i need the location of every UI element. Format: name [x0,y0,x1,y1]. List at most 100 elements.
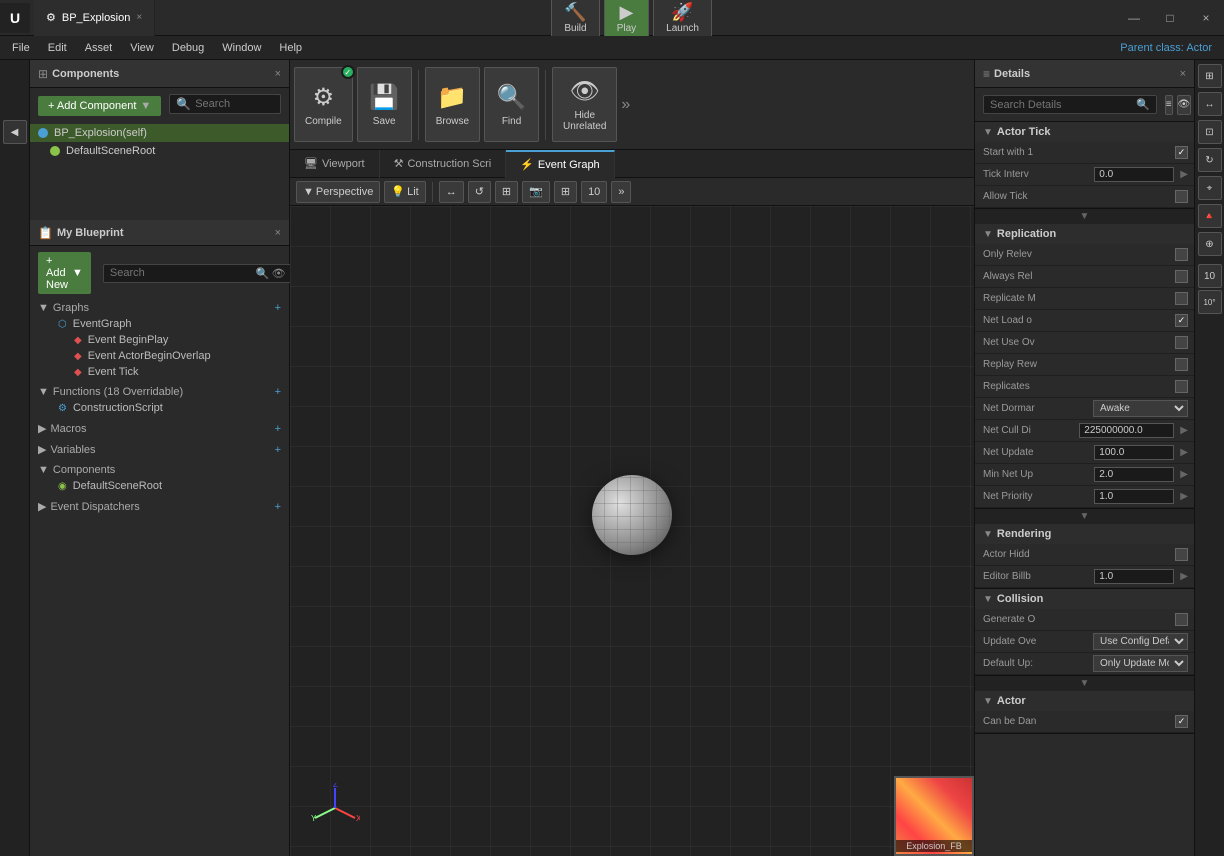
play-button[interactable]: ▶ Play [604,0,649,39]
section-expand-2[interactable]: ▼ [975,509,1194,524]
right-edge-btn-1[interactable]: ⊞ [1198,64,1222,88]
allow-tick-checkbox[interactable] [1175,190,1188,203]
net-priority-expand[interactable]: ▶ [1180,491,1188,502]
toolbar-more-btn[interactable]: » [621,96,630,114]
components-search-input[interactable] [195,98,274,110]
perspective-dropdown-btn[interactable]: ▼ Perspective [296,181,380,203]
menu-window[interactable]: Window [214,40,269,56]
always-relevant-checkbox[interactable] [1175,270,1188,283]
hide-unrelated-button[interactable]: 👁 Hide Unrelated [552,67,617,142]
compile-button[interactable]: ⚙ Compile ✓ [294,67,353,142]
tab-close-btn[interactable]: × [136,12,142,23]
bp-macros-header[interactable]: ▶ Macros + [38,420,281,437]
editor-billboard-expand[interactable]: ▶ [1180,571,1188,582]
find-button[interactable]: 🔍 Find [484,67,539,142]
editor-billboard-input[interactable] [1094,569,1174,584]
angle-edge-btn[interactable]: 10° [1198,290,1222,314]
bp-functions-header[interactable]: ▼ Functions (18 Overridable) + [38,384,281,400]
build-button[interactable]: 🔨 Build [551,0,599,39]
details-close-btn[interactable]: × [1180,68,1186,80]
bp-macros-add-btn[interactable]: + [275,423,281,435]
bp-item-actor-overlap[interactable]: ◆ Event ActorBeginOverlap [38,348,281,364]
replay-rewind-checkbox[interactable] [1175,358,1188,371]
sidebar-toggle-btn[interactable]: ◀ [3,120,27,144]
components-close-btn[interactable]: × [275,68,281,80]
net-update-expand[interactable]: ▶ [1180,447,1188,458]
actor-section-header[interactable]: ▼ Actor [975,691,1194,711]
menu-view[interactable]: View [122,40,162,56]
menu-file[interactable]: File [4,40,38,56]
minimize-button[interactable]: — [1116,0,1152,36]
bp-variables-add-btn[interactable]: + [275,444,281,456]
bp-graphs-header[interactable]: ▼ Graphs + [38,300,281,316]
bp-add-new-button[interactable]: + Add New ▼ [38,252,91,294]
lit-dropdown-btn[interactable]: 💡 Lit [384,181,425,203]
section-expand-1[interactable]: ▼ [975,209,1194,224]
menu-asset[interactable]: Asset [77,40,121,56]
net-use-owner-checkbox[interactable] [1175,336,1188,349]
net-priority-input[interactable] [1094,489,1174,504]
right-edge-btn-5[interactable]: ⌖ [1198,176,1222,200]
min-net-update-expand[interactable]: ▶ [1180,469,1188,480]
close-button[interactable]: × [1188,0,1224,36]
can-be-damaged-checkbox[interactable] [1175,715,1188,728]
bp-search-input[interactable] [110,267,252,279]
right-edge-btn-6[interactable]: 🔺 [1198,204,1222,228]
bp-item-construction-script[interactable]: ⚙ ConstructionScript [38,400,281,416]
bp-components-header[interactable]: ▼ Components [38,462,281,478]
min-net-update-input[interactable] [1094,467,1174,482]
net-dormancy-select[interactable]: Awake [1093,400,1188,417]
menu-debug[interactable]: Debug [164,40,212,56]
section-expand-3[interactable]: ▼ [975,676,1194,691]
grid-size-btn[interactable]: 10 [581,181,607,203]
net-load-on-checkbox[interactable] [1175,314,1188,327]
actor-hidden-checkbox[interactable] [1175,548,1188,561]
right-edge-btn-3[interactable]: ⊡ [1198,120,1222,144]
component-item-bp-explosion[interactable]: BP_Explosion(self) [30,124,289,142]
net-cull-input[interactable] [1079,423,1174,438]
more-options-btn[interactable]: » [611,181,631,203]
details-search-input[interactable] [990,99,1132,111]
menu-help[interactable]: Help [271,40,310,56]
component-item-default-scene-root[interactable]: DefaultSceneRoot [30,142,289,160]
bp-graphs-add-btn[interactable]: + [275,302,281,314]
actor-tick-header[interactable]: ▼ Actor Tick [975,122,1194,142]
translate-btn[interactable]: ↔ [439,181,464,203]
replicate-movement-checkbox[interactable] [1175,292,1188,305]
tick-interval-expand[interactable]: ▶ [1180,169,1188,180]
net-cull-expand[interactable]: ▶ [1180,425,1188,436]
bp-view-icon[interactable]: 👁 [272,267,286,280]
bp-item-begin-play[interactable]: ◆ Event BeginPlay [38,332,281,348]
right-edge-btn-4[interactable]: ↻ [1198,148,1222,172]
browse-button[interactable]: 📁 Browse [425,67,480,142]
my-blueprint-close-btn[interactable]: × [275,227,281,239]
viewport-canvas[interactable]: X Y Z Explosion_FB [290,206,974,856]
update-overlaps-select[interactable]: Use Config Defau [1093,633,1188,650]
bp-item-event-tick[interactable]: ◆ Event Tick [38,364,281,380]
replicates-checkbox[interactable] [1175,380,1188,393]
menu-edit[interactable]: Edit [40,40,75,56]
construction-tab[interactable]: ⚒ Construction Scri [380,150,507,178]
details-eye-btn[interactable]: 👁 [1177,95,1192,115]
only-relevant-checkbox[interactable] [1175,248,1188,261]
bp-item-default-scene-root[interactable]: ◉ DefaultSceneRoot [38,478,281,494]
bp-search-icon[interactable]: 🔍 [256,267,270,280]
scale-btn[interactable]: ⊞ [495,181,518,203]
right-edge-btn-7[interactable]: ⊕ [1198,232,1222,256]
maximize-button[interactable]: □ [1152,0,1188,36]
save-button[interactable]: 💾 Save [357,67,412,142]
bp-explosion-tab[interactable]: ⚙ BP_Explosion × [34,0,155,36]
details-list-view-btn[interactable]: ≡ [1165,95,1173,115]
grid-size-edge-btn[interactable]: 10 [1198,264,1222,288]
replication-header[interactable]: ▼ Replication [975,224,1194,244]
default-update-select[interactable]: Only Update Mov [1093,655,1188,672]
event-graph-tab[interactable]: ⚡ Event Graph [506,150,614,178]
net-update-input[interactable] [1094,445,1174,460]
bp-variables-header[interactable]: ▶ Variables + [38,441,281,458]
generate-overlap-checkbox[interactable] [1175,613,1188,626]
camera-btn[interactable]: 📷 [522,181,550,203]
bp-event-dispatchers-header[interactable]: ▶ Event Dispatchers + [38,498,281,515]
grid-toggle-btn[interactable]: ⊞ [554,181,577,203]
rotate-btn[interactable]: ↺ [468,181,491,203]
bp-functions-add-btn[interactable]: + [275,386,281,398]
